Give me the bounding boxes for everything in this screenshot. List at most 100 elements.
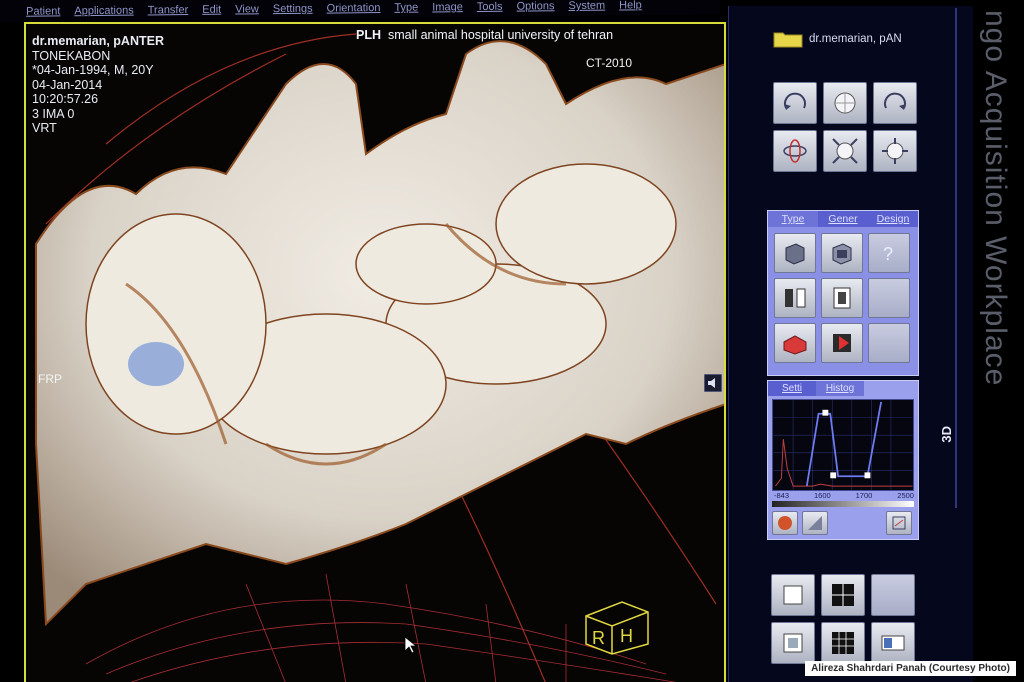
tab-general[interactable]: Gener bbox=[818, 211, 868, 227]
color-ball-icon bbox=[778, 516, 792, 530]
control-panel: dr.memarian, pAN Type Gener Design ? Set… bbox=[728, 6, 973, 682]
patient-birth: *04-Jan-1994, M, 20Y bbox=[32, 63, 154, 77]
photo-credit: Alireza Shahrdari Panah (Courtesy Photo) bbox=[805, 661, 1016, 676]
ramp-button[interactable] bbox=[802, 511, 828, 535]
menu-item-options[interactable]: Options bbox=[516, 0, 554, 16]
menu-bar: Patient Applications Transfer Edit View Setti… bbox=[0, 0, 721, 22]
lut-ticks: -843 1600 1700 2500 bbox=[774, 491, 914, 500]
rotate-left-icon bbox=[784, 92, 806, 110]
lut-right-tools bbox=[886, 511, 912, 535]
menu-item-image[interactable]: Image bbox=[432, 1, 463, 17]
tab-histogram[interactable]: Histog bbox=[816, 381, 864, 396]
patient-folder[interactable]: dr.memarian, pAN bbox=[773, 30, 902, 48]
menu-item-tools[interactable]: Tools bbox=[477, 1, 503, 17]
sphere-button[interactable] bbox=[823, 82, 867, 124]
menu-item-view[interactable]: View bbox=[235, 3, 259, 19]
menu-item-help[interactable]: Help bbox=[619, 0, 642, 16]
lut-options-button[interactable] bbox=[886, 511, 912, 535]
volume-button[interactable] bbox=[774, 233, 816, 273]
scanner-label: CT-2010 bbox=[586, 56, 633, 70]
folder-label: dr.memarian, pAN bbox=[809, 33, 902, 45]
layout-tools bbox=[771, 574, 915, 664]
layout-3-button[interactable] bbox=[771, 622, 815, 664]
patient-info: dr.memarian, pANTER TONEKABON *04-Jan-19… bbox=[32, 34, 164, 136]
reset-view-icon bbox=[882, 138, 908, 164]
lut-gradient-bar bbox=[772, 501, 914, 507]
rotate-right-icon bbox=[884, 92, 906, 110]
menu-item-transfer[interactable]: Transfer bbox=[148, 4, 189, 20]
ramp-icon bbox=[808, 516, 822, 530]
lut-tick: 2500 bbox=[897, 491, 914, 500]
layout-wide-button[interactable] bbox=[871, 622, 915, 664]
render-empty-2 bbox=[868, 323, 910, 363]
patient-location: TONEKABON bbox=[32, 48, 111, 63]
split-button[interactable] bbox=[774, 278, 816, 318]
layout-grid-button[interactable] bbox=[821, 574, 865, 616]
mode-label: 3D bbox=[939, 426, 954, 443]
cube-face-r: R bbox=[592, 628, 605, 648]
layout-3-icon bbox=[783, 633, 803, 653]
free-rotate-button[interactable] bbox=[773, 130, 817, 172]
folder-icon bbox=[773, 32, 803, 48]
menu-item-orientation[interactable]: Orientation bbox=[327, 2, 381, 19]
rotate-left-button[interactable] bbox=[773, 82, 817, 124]
cube-face-h: H bbox=[620, 626, 633, 646]
lut-group: Setti Histog -843 1600 1700 2500 bbox=[767, 380, 919, 540]
reset-view-button[interactable] bbox=[873, 130, 917, 172]
tag-button[interactable] bbox=[821, 323, 863, 363]
menu-item-system[interactable]: System bbox=[568, 0, 605, 16]
layout-1-button[interactable] bbox=[771, 574, 815, 616]
speaker-icon[interactable] bbox=[704, 374, 722, 392]
tab-settings[interactable]: Setti bbox=[768, 381, 816, 396]
lut-tick: -843 bbox=[774, 491, 790, 500]
help-button[interactable]: ? bbox=[868, 233, 910, 273]
layout-tile-button[interactable] bbox=[821, 622, 865, 664]
sphere-icon bbox=[834, 92, 856, 114]
layout-1-icon bbox=[783, 585, 803, 605]
study-date: 04-Jan-2014 bbox=[32, 77, 103, 92]
zoom-sphere-button[interactable] bbox=[823, 130, 867, 172]
lut-options-icon bbox=[892, 516, 906, 530]
institution-name: small animal hospital university of tehr… bbox=[387, 28, 614, 42]
institution-line: PLH small animal hospital university of … bbox=[356, 28, 613, 42]
orientation-top: PLH bbox=[356, 28, 381, 42]
lut-tick: 1700 bbox=[855, 491, 873, 500]
volume-icon bbox=[785, 243, 805, 265]
lut-tabs: Setti Histog bbox=[768, 381, 864, 396]
orientation-left: FRP bbox=[38, 372, 62, 386]
menu-item-applications[interactable]: Applications bbox=[74, 5, 133, 22]
menu-item-edit[interactable]: Edit bbox=[202, 4, 221, 20]
render-type-group: Type Gener Design ? bbox=[767, 210, 919, 376]
menu-item-patient[interactable]: Patient bbox=[26, 5, 60, 21]
color-volume-icon bbox=[783, 335, 807, 355]
svg-text:?: ? bbox=[883, 244, 893, 264]
color-ball-button[interactable] bbox=[772, 511, 798, 535]
histogram-graph[interactable] bbox=[772, 399, 914, 491]
render-mode: VRT bbox=[32, 121, 57, 135]
free-rotate-icon bbox=[783, 139, 807, 163]
tab-design[interactable]: Design bbox=[868, 211, 918, 227]
navigation-tools bbox=[773, 82, 917, 172]
slab-icon bbox=[833, 287, 851, 309]
rotate-right-button[interactable] bbox=[873, 82, 917, 124]
render-empty-1 bbox=[868, 278, 910, 318]
layout-grid-icon bbox=[832, 584, 854, 606]
color-volume-button[interactable] bbox=[774, 323, 816, 363]
lut-tools bbox=[772, 511, 828, 535]
menu-item-settings[interactable]: Settings bbox=[273, 3, 313, 19]
image-info: 3 IMA 0 bbox=[32, 106, 75, 121]
split-icon bbox=[785, 288, 806, 308]
render-viewport[interactable]: dr.memarian, pANTER TONEKABON *04-Jan-19… bbox=[24, 22, 726, 682]
render-tools: ? bbox=[774, 233, 910, 363]
layout-empty bbox=[871, 574, 915, 616]
slab-button[interactable] bbox=[821, 278, 863, 318]
menu-item-type[interactable]: Type bbox=[394, 2, 418, 18]
lut-tick: 1600 bbox=[813, 491, 831, 500]
zoom-sphere-icon bbox=[832, 138, 858, 164]
tab-type[interactable]: Type bbox=[768, 211, 818, 227]
help-icon: ? bbox=[883, 244, 893, 264]
window-title: ngo Acquisition Workplace bbox=[979, 10, 1012, 387]
mouse-cursor-icon bbox=[404, 636, 418, 654]
orientation-cube-icon[interactable]: R H bbox=[582, 594, 652, 656]
clip-volume-button[interactable] bbox=[821, 233, 863, 273]
